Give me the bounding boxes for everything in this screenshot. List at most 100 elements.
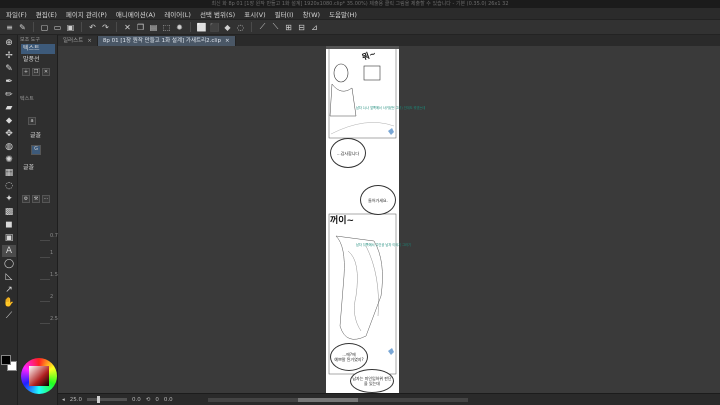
menu-filter[interactable]: 필터(I) bbox=[275, 9, 294, 19]
ruler-icon[interactable]: ⟋ bbox=[257, 22, 268, 33]
annotation-note: 남자 뒤쪽에서 주인공 남자 이야기 그러기 bbox=[356, 243, 411, 247]
ruler-value: 0.7 bbox=[50, 233, 58, 239]
pen-icon[interactable]: ✎ bbox=[17, 22, 28, 33]
correct-line-icon[interactable]: ↗ bbox=[2, 284, 16, 296]
tool-palette: ⊕ ✢ ✎ ✒ ✏ ▰ ⬥ ✥ ◍ ✺ ▦ ◌ ✦ ▩ ◼ ▣ A ◯ ◺ ↗ … bbox=[0, 35, 18, 405]
gradient-icon[interactable]: ▩ bbox=[2, 206, 16, 218]
menu-edit[interactable]: 편집(E) bbox=[36, 9, 57, 19]
save-icon[interactable]: ▣ bbox=[65, 22, 76, 33]
font-label[interactable]: 글꼴 bbox=[28, 131, 52, 141]
rotate-icon[interactable]: ⟲ bbox=[146, 397, 151, 403]
speech-bubble: 남자는 미인입하위 판단을 있는데 bbox=[350, 369, 394, 393]
close-icon[interactable]: × bbox=[87, 36, 92, 46]
wand-icon[interactable]: ✦ bbox=[2, 193, 16, 205]
wrench-icon[interactable]: ⚒ bbox=[32, 195, 40, 203]
deselect-icon[interactable]: ⬛ bbox=[209, 22, 220, 33]
paste-icon[interactable]: ▤ bbox=[148, 22, 159, 33]
divider bbox=[33, 22, 34, 32]
redo-icon[interactable]: ↷ bbox=[100, 22, 111, 33]
color-wheel[interactable] bbox=[21, 358, 57, 394]
brush-icon[interactable]: ✎ bbox=[2, 63, 16, 75]
main-color-swatch[interactable] bbox=[1, 355, 11, 365]
select-icon[interactable]: ▦ bbox=[2, 167, 16, 179]
frame-icon[interactable]: ▣ bbox=[2, 232, 16, 244]
menu-selection[interactable]: 선택 범위(S) bbox=[200, 9, 235, 19]
pencil-icon[interactable]: ✏ bbox=[2, 89, 16, 101]
menu-window[interactable]: 창(W) bbox=[303, 9, 320, 19]
figure-icon[interactable]: ◼ bbox=[2, 219, 16, 231]
horizontal-scrollbar[interactable] bbox=[207, 397, 468, 402]
delete-icon[interactable]: ✕ bbox=[42, 68, 50, 76]
new-file-icon[interactable]: ▢ bbox=[39, 22, 50, 33]
grid-icon[interactable]: ⊞ bbox=[283, 22, 294, 33]
ruler-mark bbox=[40, 240, 50, 241]
font-label-2[interactable]: 글꼴 bbox=[21, 163, 55, 173]
copy-icon[interactable]: ❐ bbox=[135, 22, 146, 33]
ruler-value: 2.5 bbox=[50, 316, 58, 322]
snap-icon[interactable]: ⟍ bbox=[270, 22, 281, 33]
lasso-icon[interactable]: ◌ bbox=[2, 180, 16, 192]
menu-file[interactable]: 파일(F) bbox=[6, 9, 27, 19]
zoom-out-icon[interactable]: ◂ bbox=[62, 397, 65, 403]
tab-active-document[interactable]: 8p 01 [1장 원작 만들고 1화 설계] 가새트리2.clip × bbox=[97, 36, 236, 46]
perspective-icon[interactable]: ⊿ bbox=[309, 22, 320, 33]
fill-icon[interactable]: ⬥ bbox=[2, 115, 16, 127]
text-tool-icon[interactable]: A bbox=[2, 245, 16, 257]
tab-illustration[interactable]: 일러스트 × bbox=[58, 36, 98, 46]
settings-icon[interactable]: ✹ bbox=[174, 22, 185, 33]
page-value: 0.0 bbox=[163, 396, 173, 403]
divider bbox=[116, 22, 117, 32]
balloon-icon[interactable]: ◯ bbox=[2, 258, 16, 270]
ruler-value: 1.5 bbox=[50, 272, 58, 278]
angle-value[interactable]: 0.0 bbox=[132, 397, 141, 403]
color-setting-icon[interactable]: G bbox=[31, 145, 41, 155]
menu-view[interactable]: 표시(V) bbox=[244, 9, 265, 19]
add-icon[interactable]: + bbox=[22, 68, 30, 76]
scroll-thumb[interactable] bbox=[297, 397, 358, 402]
blue-sparkle bbox=[388, 348, 394, 355]
character-head bbox=[333, 63, 349, 83]
color-picker-square[interactable] bbox=[29, 366, 49, 386]
ruler-mark bbox=[40, 279, 50, 280]
menu-layer[interactable]: 레이어(L) bbox=[164, 9, 191, 19]
transform-icon[interactable]: ⬚ bbox=[161, 22, 172, 33]
zoom-icon[interactable]: ⊕ bbox=[2, 37, 16, 49]
open-folder-icon[interactable]: ▭ bbox=[52, 22, 63, 33]
subtool-panel: 보조 도구 텍스트 말풍선 + ❐ ✕ 텍스트 a 글꼴 G 글꼴 ⚙ ⚒ ⋯ … bbox=[18, 35, 58, 405]
operation-icon[interactable]: ✢ bbox=[2, 50, 16, 62]
move-icon[interactable]: ✥ bbox=[2, 128, 16, 140]
copy-icon[interactable]: ❐ bbox=[32, 68, 40, 76]
subtool-item-text[interactable]: 텍스트 bbox=[21, 44, 55, 54]
slider-thumb[interactable] bbox=[97, 396, 101, 403]
eraser-icon[interactable]: ▰ bbox=[2, 102, 16, 114]
guide-icon[interactable]: ⊟ bbox=[296, 22, 307, 33]
subtool-item-balloon[interactable]: 말풍선 bbox=[21, 55, 55, 65]
clear-icon[interactable]: ✕ bbox=[122, 22, 133, 33]
blend-icon[interactable]: ◍ bbox=[2, 141, 16, 153]
airbrush-icon[interactable]: ✺ bbox=[2, 154, 16, 166]
fill-icon[interactable]: ◆ bbox=[222, 22, 233, 33]
settings-icon[interactable]: ⚙ bbox=[22, 195, 30, 203]
zoom-slider[interactable] bbox=[87, 396, 128, 403]
ruler-icon[interactable]: ◺ bbox=[2, 271, 16, 283]
annotation-note: 남자 1(나 앞쪽에서 사귀었던 그녀) 인데도 뭐였는데 bbox=[356, 106, 426, 110]
pen-icon[interactable]: ✒ bbox=[2, 76, 16, 88]
tool-property-label: 텍스트 bbox=[20, 96, 34, 102]
lasso-icon[interactable]: ◌ bbox=[235, 22, 246, 33]
canvas-area[interactable]: 뭐~ 남자 1(나 앞쪽에서 사귀었던 그녀) 인데도 뭐였는데 ...감사합니… bbox=[58, 46, 720, 393]
zoom-value[interactable]: 25.0 bbox=[70, 397, 82, 403]
close-icon[interactable]: × bbox=[225, 36, 230, 46]
panel-border bbox=[328, 47, 397, 139]
eyedropper-icon[interactable]: ⟋ bbox=[2, 310, 16, 322]
undo-icon[interactable]: ↶ bbox=[87, 22, 98, 33]
more-icon[interactable]: ⋯ bbox=[42, 195, 50, 203]
hand-icon[interactable]: ✋ bbox=[2, 297, 16, 309]
menu-help[interactable]: 도움말(H) bbox=[329, 9, 357, 19]
menu-page[interactable]: 페이지 관리(P) bbox=[66, 9, 107, 19]
menu-animation[interactable]: 애니메이션(A) bbox=[116, 9, 155, 19]
select-all-icon[interactable]: ⬜ bbox=[196, 22, 207, 33]
font-size-icon[interactable]: a bbox=[28, 117, 36, 125]
menu-icon[interactable]: ≡ bbox=[4, 22, 15, 33]
status-bar: ◂ 25.0 0.0 ⟲ 0 0.0 bbox=[58, 393, 720, 405]
webtoon-page[interactable]: 뭐~ 남자 1(나 앞쪽에서 사귀었던 그녀) 인데도 뭐였는데 ...감사합니… bbox=[326, 46, 425, 393]
